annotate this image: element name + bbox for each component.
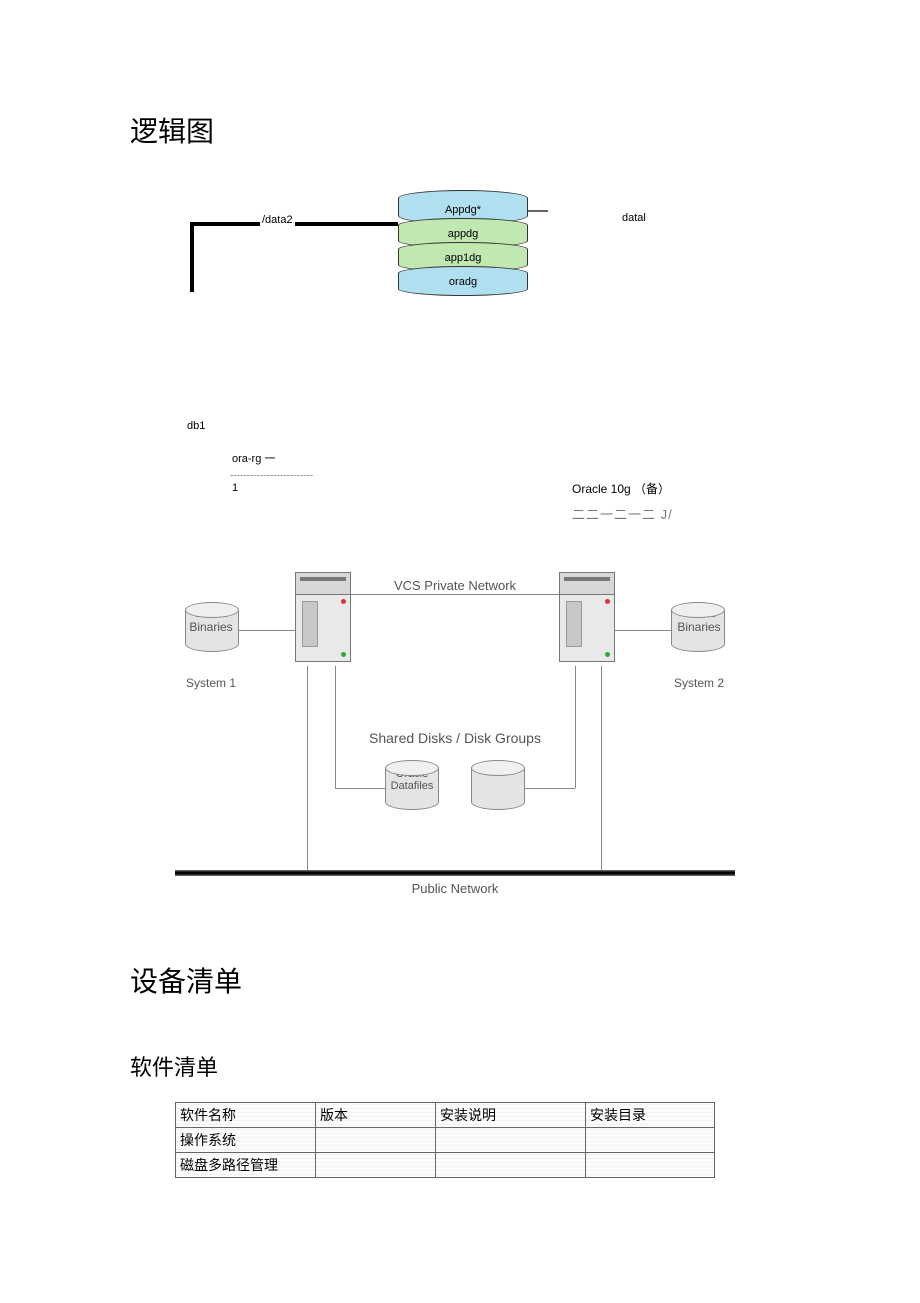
th-software-name: 软件名称 [176, 1103, 316, 1128]
table-row: 磁盘多路径管理 [176, 1153, 715, 1178]
vcs-private-line [351, 594, 559, 595]
db1-label: db1 [185, 420, 207, 432]
logic-diagram: Appdg* appdg app1dg oradg /data2 datal d… [130, 190, 790, 530]
cell-os: 操作系统 [176, 1128, 316, 1153]
connector-right-h [528, 210, 548, 212]
public-network-bar [175, 870, 735, 876]
cell [316, 1128, 436, 1153]
disk-stack: Appdg* appdg app1dg oradg [398, 190, 528, 296]
th-install-notes: 安装说明 [436, 1103, 586, 1128]
system1-label: System 1 [175, 676, 247, 690]
public-network-label: Public Network [175, 881, 735, 896]
connector-left-v [190, 222, 194, 292]
conn-s2-pub [601, 666, 602, 870]
cylinder-datafiles-right [471, 760, 525, 814]
th-install-dir: 安装目录 [586, 1103, 715, 1128]
ora-rg-label: ora-rg 一 [230, 450, 277, 466]
heading-logic-diagram: 逻辑图 [130, 110, 790, 150]
vcs-network-diagram: Oracle Binaries System 1 Oracle Binaries… [175, 560, 735, 890]
cell [436, 1153, 586, 1178]
datal-label: datal [620, 212, 648, 224]
conn-bin-right [615, 630, 671, 631]
conn-s2-disk-h [525, 788, 575, 789]
cell [316, 1153, 436, 1178]
cell-multipath: 磁盘多路径管理 [176, 1153, 316, 1178]
table-row: 操作系统 [176, 1128, 715, 1153]
software-table: 软件名称 版本 安装说明 安装目录 操作系统 磁盘多路径管理 [175, 1102, 715, 1178]
conn-bin-left [239, 630, 295, 631]
conn-s1-disk-h [335, 788, 385, 789]
cell [586, 1153, 715, 1178]
server-system1 [295, 572, 351, 666]
cell [586, 1128, 715, 1153]
heading-equipment-list: 设备清单 [130, 960, 790, 1000]
vcs-private-label: VCS Private Network [351, 578, 559, 593]
conn-s2-disk-v [575, 666, 576, 788]
conn-s1-disk-v [335, 666, 336, 788]
th-version: 版本 [316, 1103, 436, 1128]
one-label: 1 [230, 482, 240, 494]
data2-label: /data2 [260, 214, 295, 226]
shared-disks-label: Shared Disks / Disk Groups [325, 730, 585, 746]
disk-oradg: oradg [398, 266, 528, 296]
cell [436, 1128, 586, 1153]
heading-software-list: 软件清单 [130, 1050, 790, 1082]
glyph-row: 二二一二一二 J/ [570, 504, 675, 523]
server-system2 [559, 572, 615, 666]
system2-label: System 2 [663, 676, 735, 690]
table-row: 软件名称 版本 安装说明 安装目录 [176, 1103, 715, 1128]
oracle-10g-label: Oracle 10g （备） [570, 480, 672, 497]
conn-s1-pub [307, 666, 308, 870]
dash-separator: ------------------------- [230, 470, 313, 481]
